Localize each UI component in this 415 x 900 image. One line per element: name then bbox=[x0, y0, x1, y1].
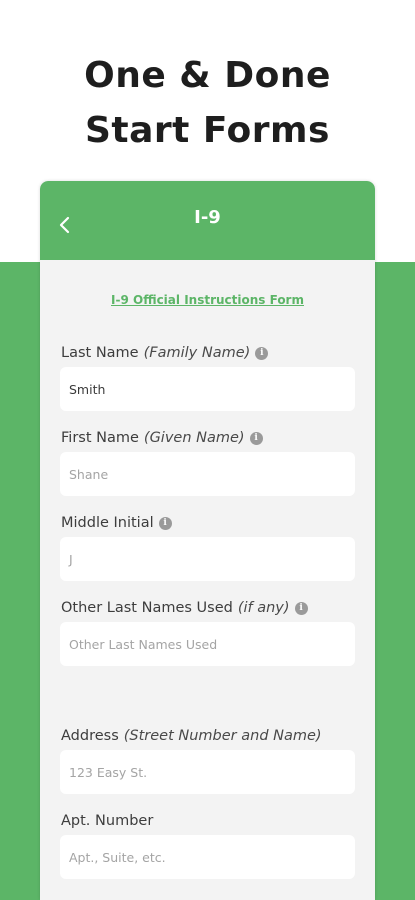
first-name-label: First Name (Given Name) i bbox=[61, 430, 263, 446]
info-icon[interactable]: i bbox=[294, 601, 308, 615]
address-label: Address (Street Number and Name) bbox=[61, 728, 322, 744]
middle-initial-placeholder: J bbox=[69, 551, 73, 567]
apt-number-placeholder: Apt., Suite, etc. bbox=[69, 849, 166, 865]
phone-screen: I-9 I-9 Official Instructions Form Last … bbox=[40, 181, 375, 900]
other-last-names-input[interactable]: Other Last Names Used bbox=[60, 622, 355, 666]
last-name-input[interactable]: Smith bbox=[60, 367, 355, 411]
field-label-text: Last Name bbox=[61, 345, 139, 361]
headline: One & Done Start Forms bbox=[0, 48, 415, 158]
field-label-text: Middle Initial bbox=[61, 515, 154, 531]
info-icon[interactable]: i bbox=[158, 516, 172, 530]
apt-number-label: Apt. Number bbox=[61, 813, 153, 829]
first-name-placeholder: Shane bbox=[69, 466, 109, 482]
info-icon[interactable]: i bbox=[249, 431, 263, 445]
first-name-input[interactable]: Shane bbox=[60, 452, 355, 496]
other-last-names-placeholder: Other Last Names Used bbox=[69, 636, 218, 652]
middle-initial-input[interactable]: J bbox=[60, 537, 355, 581]
instructions-form-link[interactable]: I-9 Official Instructions Form bbox=[40, 293, 375, 307]
field-label-text: First Name bbox=[61, 430, 139, 446]
field-label-text: Other Last Names Used bbox=[61, 600, 233, 616]
address-placeholder: 123 Easy St. bbox=[69, 764, 148, 780]
address-input[interactable]: 123 Easy St. bbox=[60, 750, 355, 794]
last-name-label: Last Name (Family Name) i bbox=[61, 345, 269, 361]
middle-initial-label: Middle Initial i bbox=[61, 515, 172, 531]
field-label-hint: (Given Name) bbox=[143, 430, 245, 446]
other-last-names-label: Other Last Names Used (if any) i bbox=[61, 600, 308, 616]
field-label-text: Address bbox=[61, 728, 119, 744]
info-icon[interactable]: i bbox=[255, 346, 269, 360]
headline-line-1: One & Done bbox=[84, 55, 331, 96]
app-header: I-9 bbox=[40, 181, 375, 260]
screen-title: I-9 bbox=[194, 207, 221, 228]
last-name-value: Smith bbox=[69, 381, 106, 397]
field-label-hint: (Family Name) bbox=[143, 345, 251, 361]
field-label-text: Apt. Number bbox=[61, 813, 154, 829]
apt-number-input[interactable]: Apt., Suite, etc. bbox=[60, 835, 355, 879]
field-label-hint: (Street Number and Name) bbox=[123, 728, 322, 744]
headline-line-2: Start Forms bbox=[85, 110, 330, 151]
field-label-hint: (if any) bbox=[237, 600, 290, 616]
